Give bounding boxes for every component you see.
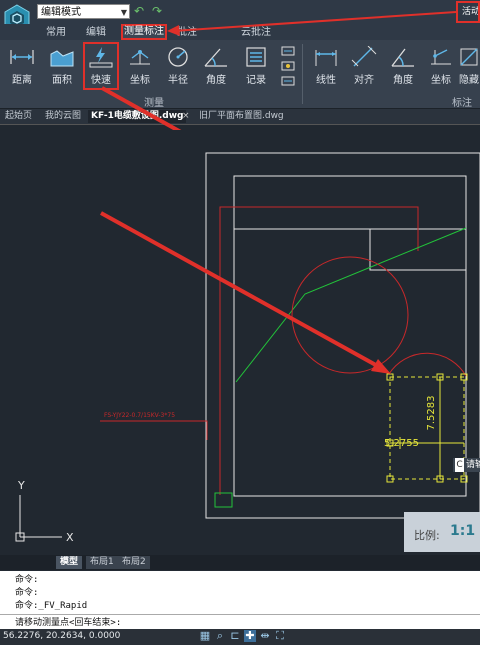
drawing-canvas[interactable]: 7.5283 5.2755 FS-YJY22-0.7/15KV-3*75 Y X [0, 5, 480, 555]
dim-vertical-text: 7.5283 [426, 396, 437, 431]
command-history-line: 命令: [15, 575, 39, 585]
scale-label: 比例: [414, 529, 440, 542]
fullscreen-icon[interactable]: ⛶ [274, 630, 286, 642]
tab-layout2[interactable]: 布局2 [118, 556, 150, 569]
grid-icon[interactable]: ▦ [199, 630, 211, 642]
command-history-line: 命令:_FV_Rapid [15, 601, 88, 611]
input-tip: C 请输 [453, 458, 480, 472]
snap-icon[interactable]: ⊏ [229, 630, 241, 642]
ortho-icon[interactable]: ✚ [244, 630, 256, 642]
annotation-arrow-top [172, 11, 457, 32]
annotation-arrowhead-1 [371, 359, 391, 374]
command-prompt: 请移动测量点<回车结束>: [15, 618, 122, 628]
command-history-line: 命令: [15, 588, 39, 598]
cable-label-text: FS-YJY22-0.7/15KV-3*75 [104, 412, 175, 419]
dim-horizontal-text: 5.2755 [384, 438, 419, 449]
coordinate-readout: 56.2276, 20.2634, 0.0000 [3, 631, 121, 641]
red-circle-large [291, 256, 409, 374]
green-box [214, 492, 233, 508]
cable-route [219, 206, 419, 495]
annotation-arrow-1-top [101, 86, 182, 130]
polar-icon[interactable]: ⇹ [259, 630, 271, 642]
cable-leader [100, 420, 208, 440]
annotation-arrowhead-top [167, 25, 180, 36]
inner-frame [233, 175, 467, 497]
zoom-icon[interactable]: ⌕ [214, 630, 226, 642]
ucs-x-label: X [66, 531, 74, 544]
outer-frame [205, 152, 480, 519]
ucs-y-label: Y [17, 479, 25, 492]
tab-layout1[interactable]: 布局1 [86, 556, 118, 569]
drawing-svg[interactable]: 7.5283 5.2755 FS-YJY22-0.7/15KV-3*75 Y X [0, 5, 480, 555]
red-arc [388, 352, 467, 377]
tab-model[interactable]: 模型 [56, 556, 83, 569]
annotation-overlay [101, 11, 457, 130]
tip-text: 请输 [466, 460, 480, 470]
annotation-arrow-1 [100, 211, 384, 371]
scale-value[interactable]: 1:1 [450, 523, 475, 539]
tip-icon: C [455, 458, 464, 472]
